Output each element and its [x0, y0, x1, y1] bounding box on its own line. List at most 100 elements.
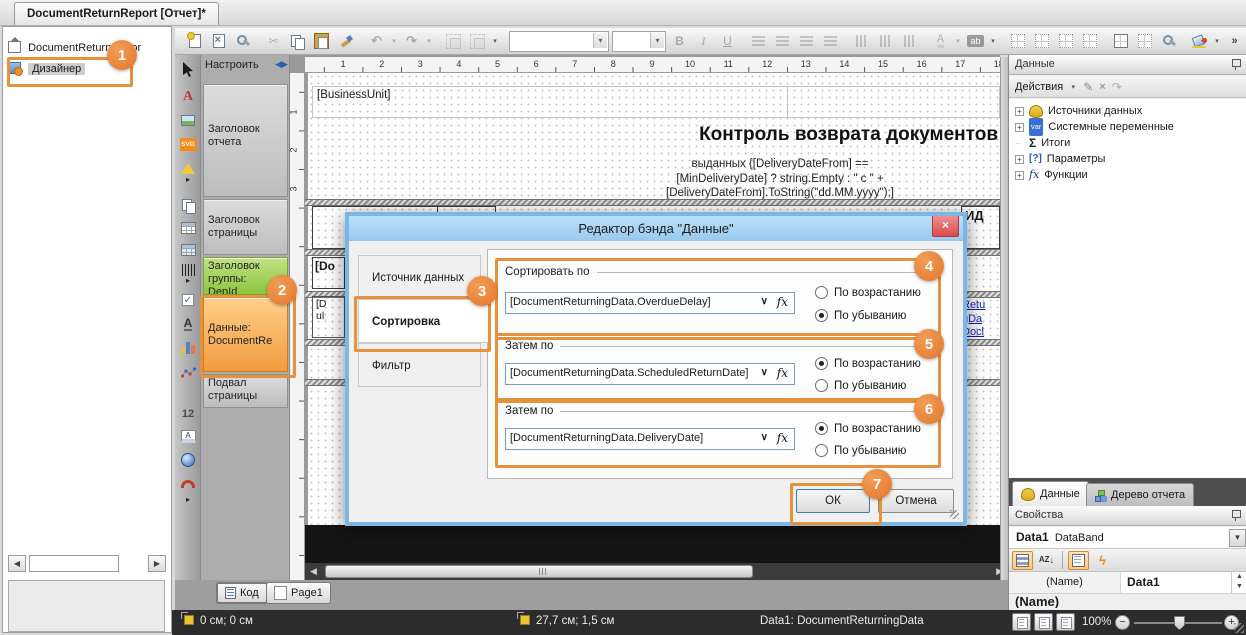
- pin-icon[interactable]: [1231, 59, 1240, 70]
- cut-button[interactable]: ✂: [263, 31, 284, 52]
- chevron-down-icon[interactable]: ∨: [761, 296, 768, 307]
- toolbar-overflow-icon[interactable]: ▾: [491, 37, 499, 45]
- radio-ascending-icon[interactable]: [815, 357, 828, 370]
- underline-button[interactable]: U: [717, 31, 738, 52]
- cancel-button[interactable]: Отмена: [878, 489, 954, 513]
- chevron-down-icon[interactable]: ∨: [761, 432, 768, 443]
- alphabetical-view-button[interactable]: AZ↓: [1036, 551, 1057, 570]
- dialog-close-button[interactable]: ×: [932, 216, 959, 237]
- align-justify-button[interactable]: [820, 31, 841, 52]
- data-link[interactable]: gDa: [962, 313, 1000, 327]
- delete-page-button[interactable]: [208, 31, 229, 52]
- fill-color-button[interactable]: [1189, 31, 1210, 52]
- property-value[interactable]: Data1: [1127, 572, 1160, 592]
- copy-button[interactable]: [287, 31, 308, 52]
- empty-cell[interactable]: [787, 86, 1000, 118]
- paste-button[interactable]: [311, 31, 332, 52]
- font-family-select[interactable]: [509, 31, 609, 52]
- expand-icon[interactable]: +: [1015, 171, 1024, 180]
- align-middle-button[interactable]: [875, 31, 896, 52]
- bring-to-front-button[interactable]: [443, 31, 464, 52]
- sort-column-select[interactable]: [DocumentReturningData.ScheduledReturnDa…: [505, 363, 795, 385]
- data-link[interactable]: Docl: [962, 326, 1000, 340]
- property-row[interactable]: (Name) Data1 ▲▼: [1009, 572, 1246, 594]
- page-setup-button[interactable]: [232, 31, 253, 52]
- view-mode-page-button[interactable]: [1012, 613, 1031, 631]
- fx-icon[interactable]: fx: [777, 295, 788, 309]
- text-brush-button[interactable]: ab: [965, 31, 986, 52]
- scroll-left-arrow-icon[interactable]: ◀: [8, 555, 26, 572]
- properties-object-selector[interactable]: Data1 DataBand ▼: [1009, 527, 1246, 549]
- format-painter-button[interactable]: [335, 31, 356, 52]
- chevron-down-icon[interactable]: ∨: [761, 367, 768, 378]
- align-bottom-button[interactable]: [899, 31, 920, 52]
- radio-descending[interactable]: По убыванию: [815, 309, 906, 322]
- radio-ascending-icon[interactable]: [815, 422, 828, 435]
- radio-ascending[interactable]: По возрастанию: [815, 357, 921, 370]
- tree-item-functions[interactable]: + fx Функции: [1015, 167, 1088, 183]
- font-size-select[interactable]: [612, 31, 666, 52]
- font-color-dropdown-icon[interactable]: ▾: [954, 37, 962, 45]
- tree-item-system-variables[interactable]: + var Системные переменные: [1015, 119, 1174, 135]
- band-separator[interactable]: [305, 199, 1000, 206]
- dock-tab-data[interactable]: Данные: [1012, 481, 1089, 506]
- object-dropdown-icon[interactable]: ▼: [1229, 529, 1246, 547]
- sort-column-select[interactable]: [DocumentReturningData.DeliveryDate] ∨ f…: [505, 428, 795, 450]
- tab-page1[interactable]: Page1: [266, 582, 331, 604]
- undo-dropdown-icon[interactable]: ▾: [390, 37, 398, 45]
- dialog-title[interactable]: Редактор бэнда "Данные": [349, 216, 963, 241]
- more-tools-arrow-icon[interactable]: ▸: [179, 495, 197, 503]
- view-query-icon[interactable]: ↷: [1112, 80, 1122, 94]
- dialog-tab-filter[interactable]: Фильтр: [358, 343, 481, 387]
- tab-code[interactable]: Код: [216, 582, 268, 604]
- band-data[interactable]: Данные: DocumentRe: [203, 297, 288, 372]
- radio-ascending[interactable]: По возрастанию: [815, 286, 921, 299]
- sort-column-select[interactable]: [DocumentReturningData.OverdueDelay] ∨ f…: [505, 292, 795, 314]
- page-number-tool-icon[interactable]: 12: [179, 405, 197, 423]
- send-to-back-button[interactable]: [467, 31, 488, 52]
- dialog-tab-datasource[interactable]: Источник данных: [358, 255, 481, 299]
- report-subtitle-expression[interactable]: выданных {[DeliveryDateFrom] == [MinDeli…: [560, 157, 1000, 201]
- border-all-button[interactable]: [1007, 31, 1028, 52]
- events-view-button[interactable]: ϟ: [1092, 551, 1113, 570]
- image-tool-icon[interactable]: [179, 111, 197, 129]
- table-tool-icon[interactable]: [179, 219, 197, 237]
- businessunit-cell[interactable]: [BusinessUnit]: [312, 86, 788, 118]
- scroll-right-arrow-icon[interactable]: ▶: [148, 555, 166, 572]
- align-top-button[interactable]: [851, 31, 872, 52]
- border-top-button[interactable]: [1055, 31, 1076, 52]
- border-inside-button[interactable]: [1134, 31, 1155, 52]
- document-tab[interactable]: DocumentReturnReport [Отчет]*: [14, 2, 219, 25]
- bold-button[interactable]: B: [669, 31, 690, 52]
- border-settings-button[interactable]: [1158, 31, 1179, 52]
- view-mode-multiple-button[interactable]: [1056, 613, 1075, 631]
- explorer-designer-item[interactable]: Дизайнер: [8, 60, 85, 79]
- text-format-tool-icon[interactable]: A: [179, 427, 197, 445]
- tree-item-totals[interactable]: ·· Σ Итоги: [1015, 135, 1070, 151]
- canvas-vscrollbar[interactable]: [1000, 57, 1008, 580]
- radio-ascending-icon[interactable]: [815, 286, 828, 299]
- radio-descending-icon[interactable]: [815, 444, 828, 457]
- radio-descending-icon[interactable]: [815, 309, 828, 322]
- tree-item-parameters[interactable]: + [?] Параметры: [1015, 151, 1105, 167]
- fx-icon[interactable]: fx: [777, 366, 788, 380]
- border-bottom-button[interactable]: [1031, 31, 1052, 52]
- radio-descending[interactable]: По убыванию: [815, 379, 906, 392]
- barcode-more-arrow-icon[interactable]: ▸: [179, 276, 197, 284]
- zoom-out-button[interactable]: −: [1115, 615, 1130, 630]
- expand-icon[interactable]: +: [1015, 123, 1024, 132]
- scroll-left-arrow-icon[interactable]: ◀: [310, 566, 317, 577]
- fill-color-dropdown-icon[interactable]: ▾: [1213, 37, 1221, 45]
- scrollbar-thumb[interactable]: [29, 555, 119, 572]
- delete-icon[interactable]: ×: [1099, 81, 1105, 93]
- radio-ascending[interactable]: По возрастанию: [815, 422, 921, 435]
- text-tool-icon[interactable]: A: [179, 88, 197, 106]
- properties-view-button[interactable]: [1068, 551, 1089, 570]
- toolbar-overflow-icon[interactable]: ▾: [989, 37, 997, 45]
- ok-button[interactable]: ОК: [796, 489, 870, 513]
- categorized-view-button[interactable]: [1012, 551, 1033, 570]
- bands-collapse-arrows-icon[interactable]: ◀▶: [275, 59, 287, 70]
- redo-button[interactable]: ↷: [401, 31, 422, 52]
- redo-dropdown-icon[interactable]: ▾: [425, 37, 433, 45]
- expand-icon[interactable]: +: [1015, 155, 1024, 164]
